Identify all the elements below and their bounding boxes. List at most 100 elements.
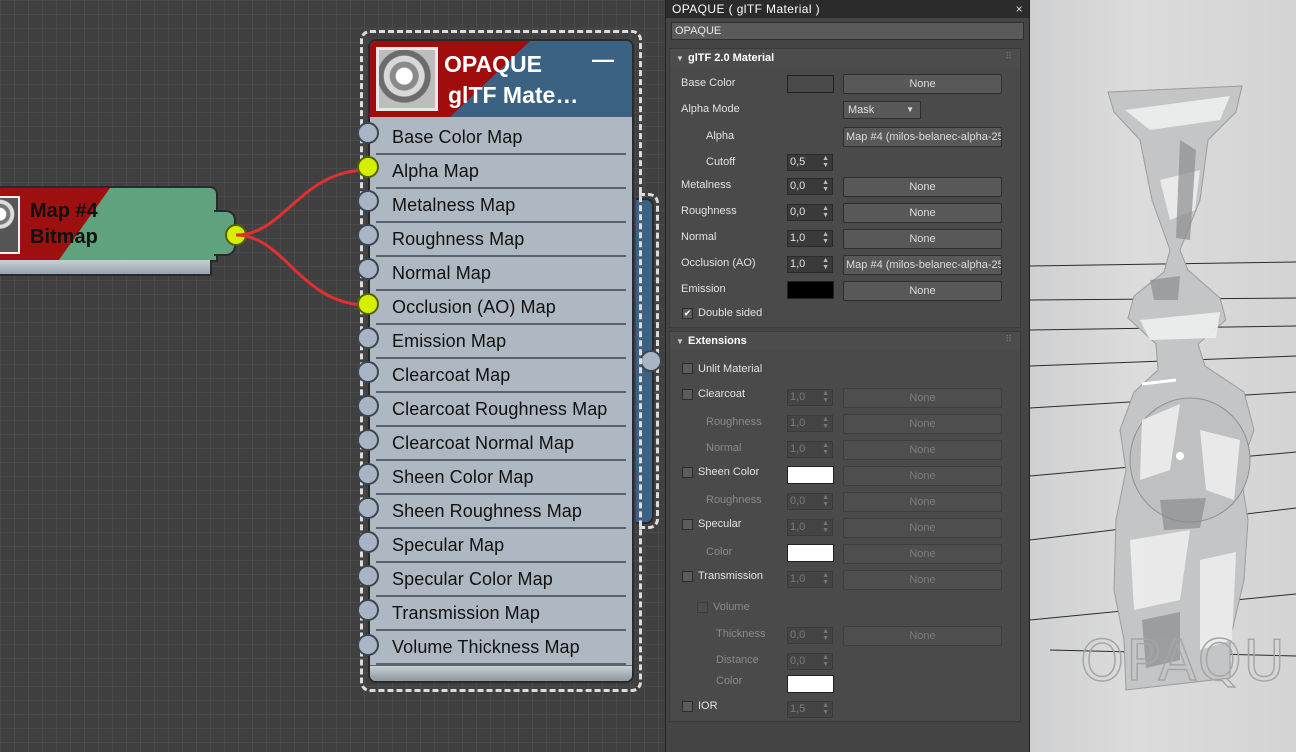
map-input-row[interactable]: Emission Map [370, 327, 632, 361]
map-input-row[interactable]: Alpha Map [370, 157, 632, 191]
double-sided-checkbox[interactable]: ✔ [682, 308, 693, 319]
close-icon[interactable]: × [1016, 0, 1023, 18]
map-input-socket[interactable] [357, 428, 379, 451]
spinner-arrows-icon[interactable]: ▲ ▼ [822, 494, 829, 508]
occlusion-spinner[interactable]: 1,0 ▲ ▼ [787, 256, 833, 273]
spinner-arrows-icon[interactable]: ▲ ▼ [822, 231, 829, 245]
alpha-map-button[interactable]: Map #4 (milos-belanec-alpha-25- [843, 127, 1002, 147]
emission-map-button[interactable]: None [843, 281, 1002, 301]
specular-color-map-button[interactable]: None [843, 544, 1002, 564]
material-output-socket[interactable] [640, 350, 662, 372]
gltf-rollout-header[interactable]: ▼ glTF 2.0 Material [670, 49, 1020, 67]
spinner-arrows-icon[interactable]: ▲ ▼ [822, 442, 829, 456]
map-input-socket[interactable] [357, 360, 379, 383]
volume-checkbox[interactable] [697, 602, 708, 613]
spinner-arrows-icon[interactable]: ▲ ▼ [822, 155, 829, 169]
map-input-socket[interactable] [357, 156, 379, 179]
emission-color-swatch[interactable] [787, 281, 834, 299]
specular-color-swatch[interactable] [787, 544, 834, 562]
map-input-socket[interactable] [357, 122, 379, 144]
base-color-label: Base Color [681, 77, 736, 89]
spinner-arrows-icon[interactable]: ▲ ▼ [822, 205, 829, 219]
map-input-socket[interactable] [357, 292, 379, 315]
map-input-row[interactable]: Transmission Map [370, 599, 632, 633]
spinner-arrows-icon[interactable]: ▲ ▼ [822, 520, 829, 534]
thickness-spinner[interactable]: 0,0 ▲ ▼ [787, 627, 833, 644]
map-input-socket[interactable] [357, 326, 379, 349]
specular-map-button[interactable]: None [843, 518, 1002, 538]
cutoff-spinner[interactable]: 0,5 ▲ ▼ [787, 154, 833, 171]
base-color-swatch[interactable] [787, 75, 834, 93]
clearcoat-roughness-spinner[interactable]: 1,0 ▲ ▼ [787, 415, 833, 432]
spinner-arrows-icon[interactable]: ▲ ▼ [822, 416, 829, 430]
metalness-spinner[interactable]: 0,0 ▲ ▼ [787, 178, 833, 195]
map-input-socket[interactable] [357, 633, 379, 656]
normal-map-button[interactable]: None [843, 229, 1002, 249]
spinner-arrows-icon[interactable]: ▲ ▼ [822, 702, 829, 716]
bitmap-output-socket[interactable] [225, 224, 247, 246]
map-input-row[interactable]: Clearcoat Normal Map [370, 429, 632, 463]
map-input-row[interactable]: Specular Color Map [370, 565, 632, 599]
spinner-arrows-icon[interactable]: ▲ ▼ [822, 257, 829, 271]
map-input-row[interactable]: Volume Thickness Map [370, 633, 632, 667]
occlusion-map-button[interactable]: Map #4 (milos-belanec-alpha-25- [843, 255, 1002, 275]
transmission-map-button[interactable]: None [843, 570, 1002, 590]
bitmap-node-body[interactable]: Map #4 Bitmap [0, 186, 218, 262]
map-input-row[interactable]: Base Color Map [370, 123, 632, 157]
unlit-material-checkbox[interactable] [682, 363, 693, 374]
sheen-roughness-spinner[interactable]: 0,0 ▲ ▼ [787, 493, 833, 510]
minimize-icon[interactable]: — [592, 49, 614, 71]
clearcoat-map-button[interactable]: None [843, 388, 1002, 408]
spinner-arrows-icon[interactable]: ▲ ▼ [822, 390, 829, 404]
map-input-row[interactable]: Occlusion (AO) Map [370, 293, 632, 327]
map-input-row[interactable]: Sheen Roughness Map [370, 497, 632, 531]
extensions-rollout-header[interactable]: ▼ Extensions [670, 332, 1020, 350]
spinner-arrows-icon[interactable]: ▲ ▼ [822, 654, 829, 668]
transmission-spinner[interactable]: 1,0 ▲ ▼ [787, 571, 833, 588]
spinner-arrows-icon[interactable]: ▲ ▼ [822, 572, 829, 586]
base-color-map-button[interactable]: None [843, 74, 1002, 94]
distance-spinner[interactable]: 0,0 ▲ ▼ [787, 653, 833, 670]
ior-label: IOR [698, 700, 718, 712]
volume-color-swatch[interactable] [787, 675, 834, 693]
specular-checkbox[interactable] [682, 519, 693, 530]
material-node-header[interactable]: OPAQUE glTF Mate… — [370, 41, 632, 117]
ior-checkbox[interactable] [682, 701, 693, 712]
material-node[interactable]: OPAQUE glTF Mate… — Base Color Map Alpha … [360, 30, 642, 692]
map-input-socket[interactable] [357, 497, 379, 520]
bitmap-node[interactable]: Map #4 Bitmap [0, 186, 236, 283]
map-input-row[interactable]: Clearcoat Map [370, 361, 632, 395]
thickness-map-button[interactable]: None [843, 626, 1002, 646]
node-editor-canvas[interactable]: Map #4 Bitmap OPAQUE glTF Mate… — Base C… [0, 0, 665, 752]
map-input-row[interactable]: Normal Map [370, 259, 632, 293]
spinner-arrows-icon[interactable]: ▲ ▼ [822, 628, 829, 642]
clearcoat-spinner[interactable]: 1,0 ▲ ▼ [787, 389, 833, 406]
material-node-frame[interactable]: OPAQUE glTF Mate… — Base Color Map Alpha … [368, 39, 634, 683]
render-viewport[interactable]: OPAQU [1030, 0, 1296, 752]
spinner-arrows-icon[interactable]: ▲ ▼ [822, 179, 829, 193]
map-input-row[interactable]: Roughness Map [370, 225, 632, 259]
sheen-color-map-button[interactable]: None [843, 466, 1002, 486]
roughness-map-button[interactable]: None [843, 203, 1002, 223]
map-input-row[interactable]: Specular Map [370, 531, 632, 565]
sheen-checkbox[interactable] [682, 467, 693, 478]
transmission-checkbox[interactable] [682, 571, 693, 582]
map-input-row[interactable]: Clearcoat Roughness Map [370, 395, 632, 429]
clearcoat-normal-map-button[interactable]: None [843, 440, 1002, 460]
clearcoat-roughness-map-button[interactable]: None [843, 414, 1002, 434]
map-input-socket[interactable] [357, 463, 379, 485]
clearcoat-checkbox[interactable] [682, 389, 693, 400]
material-name-field[interactable]: OPAQUE [671, 22, 1024, 40]
map-input-row[interactable]: Metalness Map [370, 191, 632, 225]
clearcoat-normal-spinner[interactable]: 1,0 ▲ ▼ [787, 441, 833, 458]
metalness-map-button[interactable]: None [843, 177, 1002, 197]
sheen-roughness-map-button[interactable]: None [843, 492, 1002, 512]
roughness-spinner[interactable]: 0,0 ▲ ▼ [787, 204, 833, 221]
specular-spinner[interactable]: 1,0 ▲ ▼ [787, 519, 833, 536]
ior-spinner[interactable]: 1,5 ▲ ▼ [787, 701, 833, 718]
map-input-socket[interactable] [357, 394, 379, 417]
map-input-row[interactable]: Sheen Color Map [370, 463, 632, 497]
sheen-color-swatch[interactable] [787, 466, 834, 484]
alpha-mode-dropdown[interactable]: Mask ▼ [843, 101, 921, 119]
normal-spinner[interactable]: 1,0 ▲ ▼ [787, 230, 833, 247]
